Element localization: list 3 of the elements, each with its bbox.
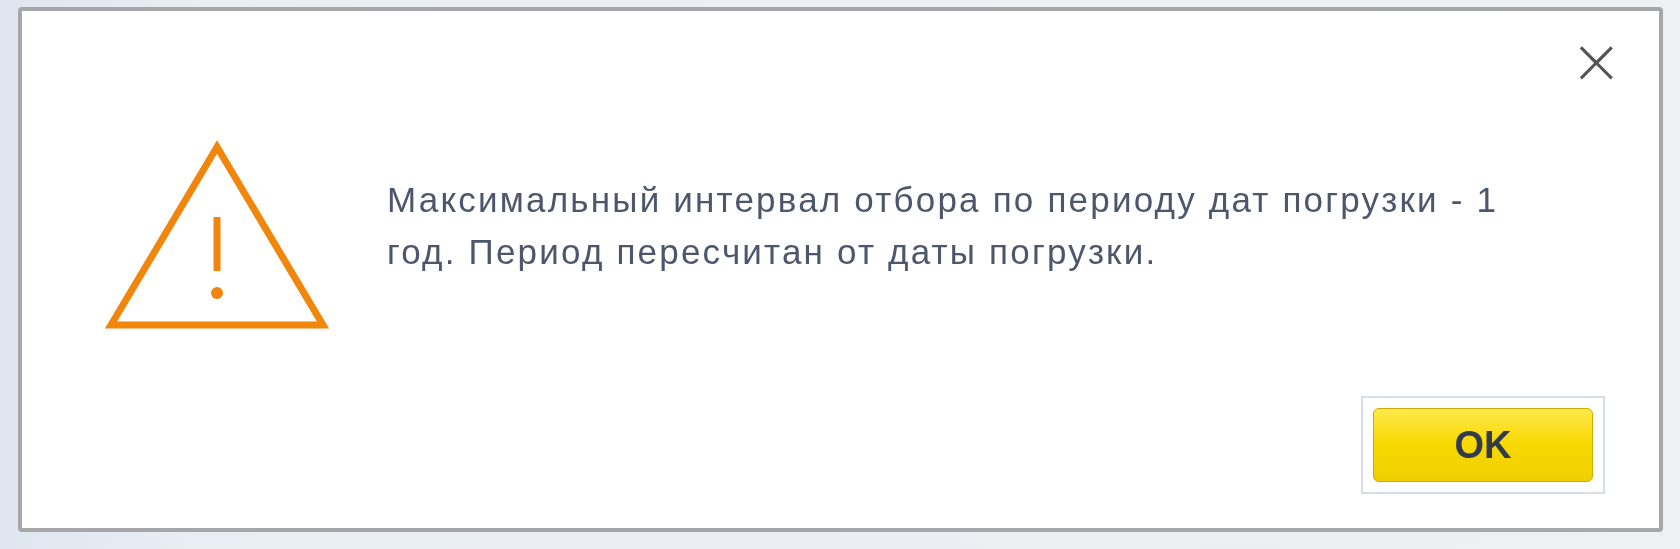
close-button[interactable]: × (1569, 39, 1623, 83)
ok-button[interactable]: OK (1373, 408, 1593, 482)
message-text: Максимальный интервал отбора по периоду дат погрузки - 1 год. Период пересчитан от даты погрузки. (387, 178, 1500, 273)
